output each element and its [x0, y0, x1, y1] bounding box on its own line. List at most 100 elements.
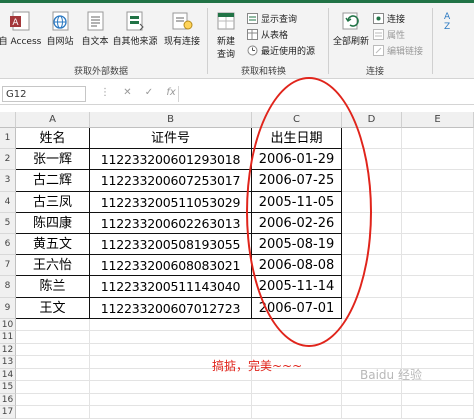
cell-b12[interactable] [90, 343, 252, 357]
cell-e5[interactable] [402, 212, 474, 234]
cell-a10[interactable] [16, 318, 90, 332]
column-header-b[interactable]: B [90, 112, 252, 128]
properties-icon [373, 29, 384, 40]
cell-b8[interactable]: 112233200511143040 [90, 276, 252, 298]
from-web-button[interactable]: 自网站 [43, 10, 77, 47]
enter-icon[interactable]: ✓ [145, 87, 153, 98]
cell-e10[interactable] [402, 318, 474, 332]
cell-b3[interactable]: 112233200607253017 [90, 170, 252, 192]
cell-e11[interactable] [402, 331, 474, 344]
group-label-connections: 连接 [366, 67, 385, 77]
row-header[interactable]: 2 [0, 149, 16, 171]
row-header[interactable]: 9 [0, 297, 16, 319]
name-box[interactable]: G12 [2, 86, 86, 102]
cell-a7[interactable]: 王六怡 [16, 255, 90, 277]
from-access-button[interactable]: A 自 Access [0, 10, 42, 47]
refresh-all-button[interactable]: 全部刷新 [330, 10, 372, 47]
edit-links-button[interactable]: 编辑链接 [373, 44, 423, 57]
cell-e7[interactable] [402, 255, 474, 277]
sort-button[interactable]: A Z [440, 12, 470, 36]
cell-a14[interactable] [16, 368, 90, 382]
cell-a3[interactable]: 古二辉 [16, 170, 90, 192]
cell-a2[interactable]: 张一辉 [16, 149, 90, 171]
cell-d15[interactable] [342, 381, 402, 394]
cell-e1[interactable] [402, 128, 474, 150]
row-header[interactable]: 1 [0, 128, 16, 150]
cell-a4[interactable]: 古三凤 [16, 191, 90, 213]
from-text-button[interactable]: 自文本 [78, 10, 112, 47]
cell-b2[interactable]: 112233200601293018 [90, 149, 252, 171]
cell-c12[interactable] [252, 343, 342, 357]
from-other-sources-button[interactable]: 自其他来源 [110, 10, 160, 47]
cell-c15[interactable] [252, 381, 342, 394]
cell-e15[interactable] [402, 381, 474, 394]
cell-e12[interactable] [402, 343, 474, 357]
row-header[interactable]: 11 [0, 331, 16, 344]
cell-e6[interactable] [402, 234, 474, 256]
cell-b5[interactable]: 112233200602263013 [90, 212, 252, 234]
connections-button[interactable]: 连接 [373, 12, 405, 25]
cell-b16[interactable] [90, 393, 252, 407]
cell-e3[interactable] [402, 170, 474, 192]
cell-b7[interactable]: 112233200608083021 [90, 255, 252, 277]
cell-a12[interactable] [16, 343, 90, 357]
row-header[interactable]: 4 [0, 191, 16, 213]
cell-a16[interactable] [16, 393, 90, 407]
cell-d17[interactable] [342, 406, 402, 419]
cell-d12[interactable] [342, 343, 402, 357]
cell-a5[interactable]: 陈四康 [16, 212, 90, 234]
cell-d16[interactable] [342, 393, 402, 407]
cell-b6[interactable]: 112233200508193055 [90, 234, 252, 256]
new-query-button[interactable]: 新建 查询 [210, 10, 242, 60]
cell-a9[interactable]: 王文 [16, 297, 90, 319]
row-header[interactable]: 8 [0, 276, 16, 298]
cell-a1[interactable]: 姓名 [16, 128, 90, 150]
cell-e17[interactable] [402, 406, 474, 419]
cell-e16[interactable] [402, 393, 474, 407]
cell-e2[interactable] [402, 149, 474, 171]
recent-sources-button[interactable]: 最近使用的源 [247, 44, 315, 57]
cell-b10[interactable] [90, 318, 252, 332]
row-header[interactable]: 3 [0, 170, 16, 192]
cell-e4[interactable] [402, 191, 474, 213]
row-header[interactable]: 10 [0, 318, 16, 332]
new-query-label-1: 新建 [216, 37, 235, 47]
cell-b15[interactable] [90, 381, 252, 394]
cell-c17[interactable] [252, 406, 342, 419]
cell-b17[interactable] [90, 406, 252, 419]
cell-b4[interactable]: 112233200511053029 [90, 191, 252, 213]
cell-e9[interactable] [402, 297, 474, 319]
cell-b9[interactable]: 112233200607012723 [90, 297, 252, 319]
cancel-icon[interactable]: ✕ [123, 87, 131, 98]
row-header[interactable]: 15 [0, 381, 16, 394]
existing-connections-icon [171, 10, 193, 32]
show-queries-button[interactable]: 显示查询 [247, 12, 297, 25]
cell-a15[interactable] [16, 381, 90, 394]
column-header-e[interactable]: E [402, 112, 474, 128]
properties-button[interactable]: 属性 [373, 28, 405, 41]
select-all-corner[interactable] [0, 112, 16, 128]
cell-d10[interactable] [342, 318, 402, 332]
existing-connections-button[interactable]: 现有连接 [160, 10, 204, 47]
row-header[interactable]: 17 [0, 406, 16, 419]
fx-icon[interactable]: fx [166, 87, 175, 98]
cell-b11[interactable] [90, 331, 252, 344]
cell-b1[interactable]: 证件号 [90, 128, 252, 150]
row-header[interactable]: 14 [0, 368, 16, 382]
cell-e8[interactable] [402, 276, 474, 298]
from-table-button[interactable]: 从表格 [247, 28, 288, 41]
row-header[interactable]: 6 [0, 234, 16, 256]
row-header[interactable]: 16 [0, 393, 16, 407]
cell-a13[interactable] [16, 356, 90, 369]
row-header[interactable]: 12 [0, 343, 16, 357]
cell-a11[interactable] [16, 331, 90, 344]
row-header[interactable]: 13 [0, 356, 16, 369]
column-header-a[interactable]: A [16, 112, 90, 128]
cell-c16[interactable] [252, 393, 342, 407]
cell-a6[interactable]: 黄五文 [16, 234, 90, 256]
row-header[interactable]: 5 [0, 212, 16, 234]
cell-d11[interactable] [342, 331, 402, 344]
cell-a17[interactable] [16, 406, 90, 419]
row-header[interactable]: 7 [0, 255, 16, 277]
cell-a8[interactable]: 陈兰 [16, 276, 90, 298]
